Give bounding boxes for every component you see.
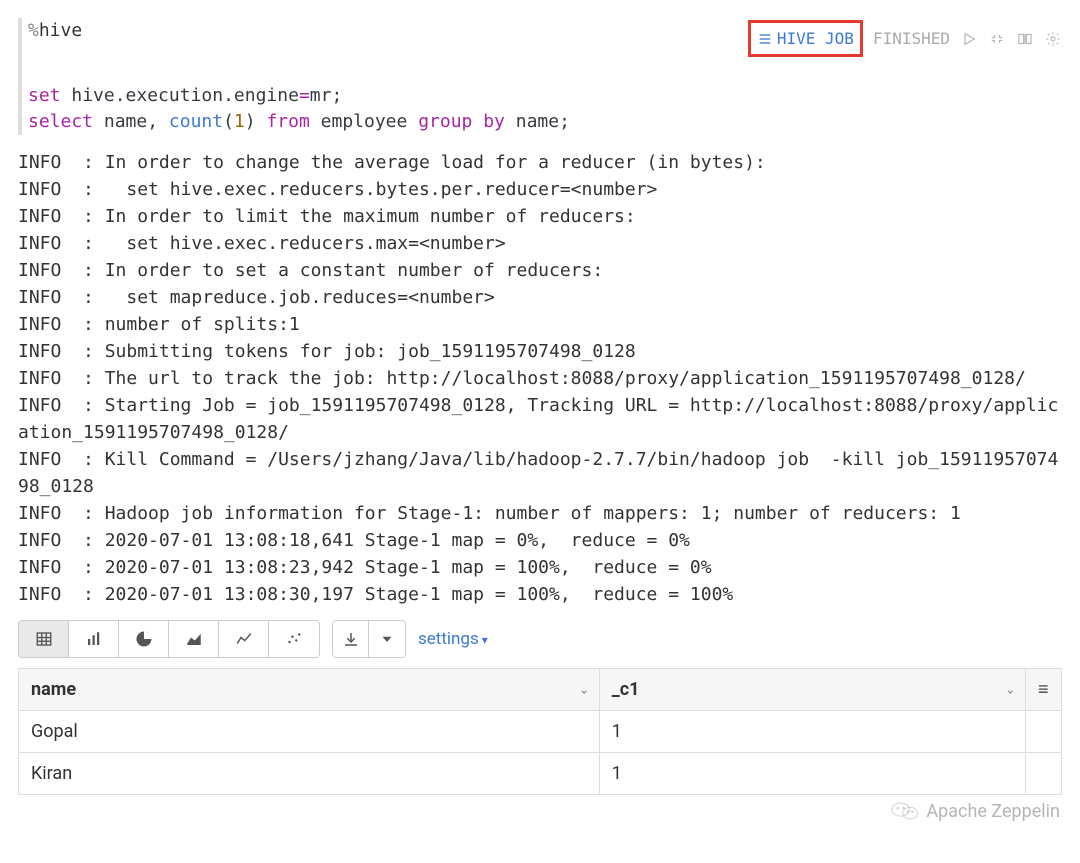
pie-chart-button[interactable]	[119, 621, 169, 657]
log-output: INFO : In order to change the average lo…	[18, 149, 1062, 608]
code-line: select name, count(1) from employee grou…	[28, 109, 1062, 135]
show-editor-button[interactable]	[1016, 30, 1034, 48]
area-chart-icon	[185, 630, 203, 648]
download-caret-button[interactable]	[369, 621, 405, 657]
code-body[interactable]: set hive.execution.engine=mr;select name…	[28, 83, 1062, 135]
table-row[interactable]: Kiran1	[19, 753, 1062, 795]
chart-type-group	[18, 620, 320, 658]
blank-line	[28, 57, 1062, 83]
settings-link[interactable]: settings	[418, 629, 488, 649]
bar-chart-icon	[85, 630, 103, 648]
column-header-name[interactable]: name ⌄	[19, 669, 600, 711]
pie-chart-icon	[135, 630, 153, 648]
line-chart-icon	[235, 630, 253, 648]
run-button[interactable]	[960, 30, 978, 48]
download-button[interactable]	[333, 621, 369, 657]
table-cell-empty	[1026, 753, 1062, 795]
wechat-icon	[890, 800, 920, 822]
table-icon	[35, 630, 53, 648]
column-header-c1[interactable]: _c1 ⌄	[599, 669, 1025, 711]
code-line: set hive.execution.engine=mr;	[28, 83, 1062, 109]
watermark: Apache Zeppelin	[890, 800, 1060, 822]
hamburger-icon: ≡	[1038, 679, 1049, 700]
book-icon	[1017, 31, 1033, 47]
code-editor[interactable]: %hive HIVE JOB FINISHED se	[18, 18, 1062, 135]
download-icon	[342, 630, 360, 648]
scatter-chart-icon	[285, 630, 303, 648]
line-chart-button[interactable]	[219, 621, 269, 657]
caret-down-icon	[378, 630, 396, 648]
result-table: name ⌄ _c1 ⌄ ≡ Gopal1Kiran1	[18, 668, 1062, 795]
interpreter-directive: %hive	[28, 18, 82, 44]
hive-job-highlight: HIVE JOB	[748, 20, 863, 57]
paragraph-controls: HIVE JOB FINISHED	[748, 18, 1062, 57]
table-cell: Gopal	[19, 711, 600, 753]
visualization-toolbar: settings	[18, 620, 1062, 658]
table-row[interactable]: Gopal1	[19, 711, 1062, 753]
download-group	[332, 620, 406, 658]
gear-icon	[1045, 31, 1061, 47]
sort-chevron-icon: ⌄	[1006, 683, 1015, 696]
table-cell: 1	[599, 753, 1025, 795]
bar-chart-button[interactable]	[69, 621, 119, 657]
paragraph-settings-button[interactable]	[1044, 30, 1062, 48]
play-icon	[961, 31, 977, 47]
status-label: FINISHED	[873, 27, 950, 50]
hive-job-link[interactable]: HIVE JOB	[757, 27, 854, 50]
scatter-chart-button[interactable]	[269, 621, 319, 657]
collapse-icon	[989, 31, 1005, 47]
sort-chevron-icon: ⌄	[579, 683, 588, 696]
hide-output-button[interactable]	[988, 30, 1006, 48]
table-cell: 1	[599, 711, 1025, 753]
area-chart-button[interactable]	[169, 621, 219, 657]
table-cell: Kiran	[19, 753, 600, 795]
table-cell-empty	[1026, 711, 1062, 753]
column-menu-button[interactable]: ≡	[1026, 669, 1062, 711]
table-view-button[interactable]	[19, 621, 69, 657]
list-icon	[757, 31, 773, 47]
